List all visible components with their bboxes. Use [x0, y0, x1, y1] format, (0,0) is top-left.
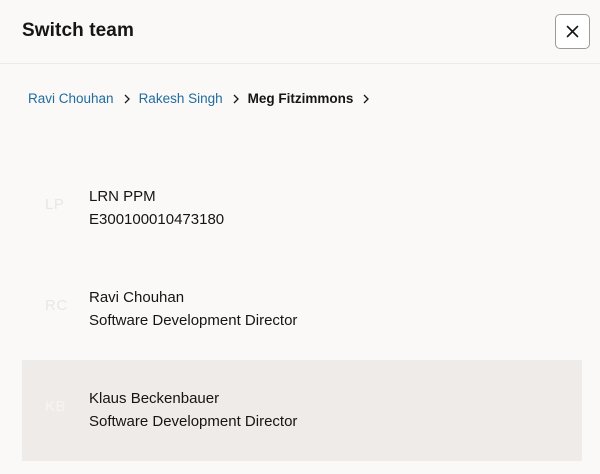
chevron-right-icon: [363, 94, 370, 103]
avatar: LP: [45, 196, 65, 213]
avatar: RC: [45, 297, 68, 314]
dialog-title: Switch team: [22, 20, 134, 41]
close-icon: [566, 25, 579, 38]
team-member-list: LP LRN PPM E300100010473180 RC Ravi Chou…: [22, 158, 582, 461]
team-member-row[interactable]: RC Ravi Chouhan Software Development Dir…: [22, 259, 582, 360]
close-button[interactable]: [555, 14, 590, 49]
breadcrumb-item-meg-fitzimmons: Meg Fitzimmons: [247, 91, 354, 106]
member-subtitle: Software Development Director: [89, 413, 298, 430]
avatar: KB: [45, 398, 67, 415]
breadcrumb-item-ravi-chouhan[interactable]: Ravi Chouhan: [28, 91, 114, 106]
member-subtitle: E300100010473180: [89, 211, 225, 228]
team-member-row[interactable]: LP LRN PPM E300100010473180: [22, 158, 582, 259]
chevron-right-icon: [233, 94, 239, 103]
breadcrumb-item-rakesh-singh[interactable]: Rakesh Singh: [139, 91, 223, 106]
breadcrumb: Ravi Chouhan Rakesh Singh Meg Fitzimmons: [28, 91, 378, 106]
dialog-header: Switch team: [0, 0, 600, 64]
member-subtitle: Software Development Director: [89, 312, 298, 329]
member-name: Ravi Chouhan: [89, 289, 185, 306]
team-member-row-selected[interactable]: KB Klaus Beckenbauer Software Developmen…: [22, 360, 582, 461]
member-name: LRN PPM: [89, 188, 156, 205]
member-name: Klaus Beckenbauer: [89, 390, 220, 407]
chevron-right-icon: [124, 94, 130, 103]
